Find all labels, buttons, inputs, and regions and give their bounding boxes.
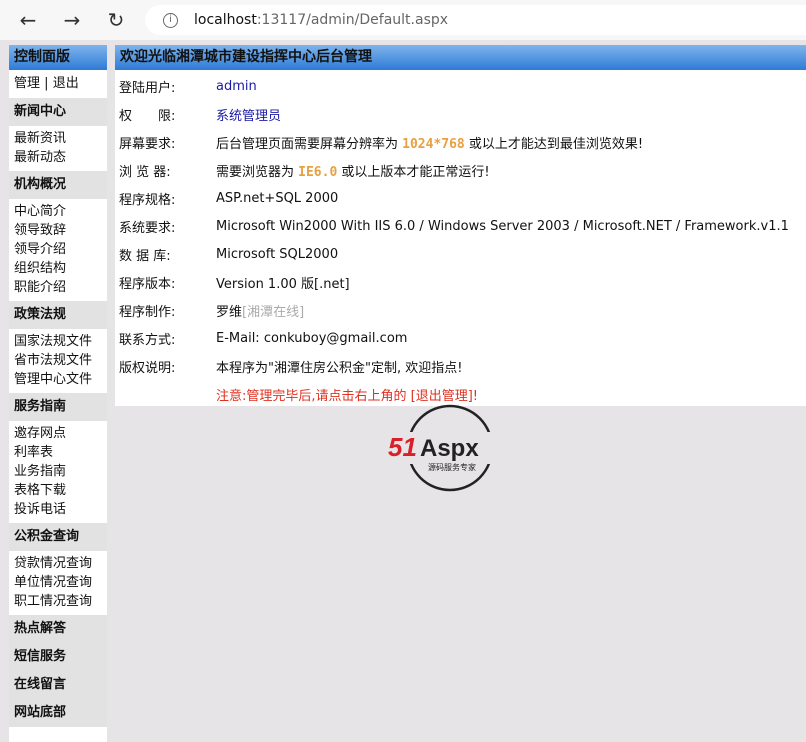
resolution: 1024*768: [402, 136, 465, 152]
sidebar-item[interactable]: 管理中心文件: [9, 370, 107, 389]
sidebar-item[interactable]: 单位情况查询: [9, 573, 107, 592]
manage-links: 管理 | 退出: [9, 70, 107, 98]
info-row-role: 权 限: 系统管理员: [115, 100, 806, 128]
sidebar-section-header[interactable]: 机构概况: [9, 171, 107, 199]
label: 联系方式:: [119, 332, 176, 348]
label: 版权说明:: [119, 360, 176, 376]
manage-link[interactable]: 管理: [14, 76, 40, 91]
info-row-contact: 联系方式: E-Mail: conkuboy@gmail.com: [115, 324, 806, 352]
logo-subtitle: 源码服务专家: [428, 462, 476, 472]
text: 或以上版本才能正常运行!: [337, 164, 490, 180]
info-row-copyright: 版权说明: 本程序为"湘潭住房公积金"定制, 欢迎指点!: [115, 352, 806, 380]
sidebar-item[interactable]: 国家法规文件: [9, 332, 107, 351]
logout-link[interactable]: 退出: [53, 76, 79, 91]
sidebar: 控制面版 管理 | 退出 新闻中心 最新资讯 最新动态 机构概况 中心简介 领导致辞 领导介…: [9, 45, 107, 742]
info-row-db: 数 据 库: Microsoft SQL2000: [115, 240, 806, 268]
sidebar-item[interactable]: 表格下载: [9, 481, 107, 500]
sidebar-item[interactable]: 最新资讯: [9, 129, 107, 148]
back-button[interactable]: ←: [13, 6, 43, 34]
sidebar-item[interactable]: 邀存网点: [9, 424, 107, 443]
sidebar-section-header[interactable]: 政策法规: [9, 301, 107, 329]
sidebar-item[interactable]: 贷款情况查询: [9, 554, 107, 573]
sidebar-title: 控制面版: [9, 45, 107, 70]
sidebar-item[interactable]: 领导致辞: [9, 221, 107, 240]
url-path: :13117/admin/Default.aspx: [256, 12, 449, 28]
sidebar-section-header[interactable]: 在线留言: [9, 671, 107, 699]
sidebar-section-items: 邀存网点 利率表 业务指南 表格下载 投诉电话: [9, 421, 107, 523]
label: 程序制作:: [119, 304, 176, 320]
sidebar-item[interactable]: 最新动态: [9, 148, 107, 167]
sidebar-item[interactable]: 领导介绍: [9, 240, 107, 259]
sidebar-section-items: 贷款情况查询 单位情况查询 职工情况查询: [9, 551, 107, 615]
label: 系统要求:: [119, 220, 176, 236]
label: 程序版本:: [119, 276, 176, 292]
sidebar-item[interactable]: 省市法规文件: [9, 351, 107, 370]
sidebar-section-header[interactable]: 热点解答: [9, 615, 107, 643]
51aspx-logo: 51 Aspx 源码服务专家: [388, 404, 512, 492]
logo-aspx: Aspx: [420, 435, 479, 462]
value: E-Mail: conkuboy@gmail.com: [216, 330, 408, 346]
info-row-version: 程序版本: Version 1.00 版[.net]: [115, 268, 806, 296]
info-icon[interactable]: i: [163, 12, 178, 28]
page-title: 欢迎光临湘潭城市建设指挥中心后台管理: [115, 45, 806, 70]
value: Version 1.00 版[.net]: [216, 276, 350, 292]
text: 需要浏览器为: [216, 164, 299, 180]
sidebar-section-header[interactable]: 新闻中心: [9, 98, 107, 126]
value: ASP.net+SQL 2000: [216, 190, 339, 206]
address-bar[interactable]: i localhost:13117/admin/Default.aspx: [145, 5, 806, 35]
label: 屏幕要求:: [119, 136, 176, 152]
info-row-browser: 浏 览 器: 需要浏览器为 IE6.0 或以上版本才能正常运行!: [115, 156, 806, 184]
text: 或以上才能达到最佳浏览效果!: [464, 136, 644, 152]
browser-version: IE6.0: [298, 164, 338, 180]
info-row-spec: 程序规格: ASP.net+SQL 2000: [115, 184, 806, 212]
sidebar-item[interactable]: 职工情况查询: [9, 592, 107, 611]
sidebar-section-header[interactable]: 公积金查询: [9, 523, 107, 551]
author-site-link[interactable]: [湘潭在线]: [242, 305, 304, 320]
label: 权 限:: [119, 108, 176, 124]
value: Microsoft Win2000 With IIS 6.0 / Windows…: [216, 218, 789, 234]
text: 后台管理页面需要屏幕分辨率为: [216, 136, 403, 152]
sidebar-item[interactable]: 职能介绍: [9, 278, 107, 297]
browser-toolbar: ← → ↻ i localhost:13117/admin/Default.as…: [0, 0, 806, 40]
sidebar-section-header[interactable]: 短信服务: [9, 643, 107, 671]
value: 本程序为"湘潭住房公积金"定制, 欢迎指点!: [216, 360, 463, 376]
sidebar-item[interactable]: 中心简介: [9, 202, 107, 221]
sidebar-section-items: 中心简介 领导致辞 领导介绍 组织结构 职能介绍: [9, 199, 107, 301]
url-host: localhost: [194, 12, 257, 28]
username: admin: [216, 78, 257, 94]
reload-button[interactable]: ↻: [101, 6, 131, 34]
logout-notice: 注意:管理完毕后,请点击右上角的 [退出管理]!: [216, 388, 478, 404]
forward-button[interactable]: →: [57, 6, 87, 34]
label: 登陆用户:: [119, 80, 176, 96]
label: 程序规格:: [119, 192, 176, 208]
sidebar-section-items: 最新资讯 最新动态: [9, 126, 107, 171]
role: 系统管理员: [216, 108, 282, 124]
main-panel: 欢迎光临湘潭城市建设指挥中心后台管理 登陆用户: admin 权 限: 系统管理员 …: [115, 45, 806, 406]
label: 浏 览 器:: [119, 164, 171, 180]
sidebar-item[interactable]: 投诉电话: [9, 500, 107, 519]
info-row-screen: 屏幕要求: 后台管理页面需要屏幕分辨率为 1024*768 或以上才能达到最佳浏览…: [115, 128, 806, 156]
sidebar-section-header[interactable]: 服务指南: [9, 393, 107, 421]
info-row-system: 系统要求: Microsoft Win2000 With IIS 6.0 / Wi…: [115, 212, 806, 240]
sidebar-section-header[interactable]: 网站底部: [9, 699, 107, 727]
sidebar-section-items: 国家法规文件 省市法规文件 管理中心文件: [9, 329, 107, 393]
info-row-user: 登陆用户: admin: [115, 72, 806, 100]
info-row-author: 程序制作: 罗维[湘潭在线]: [115, 296, 806, 324]
author: 罗维: [216, 304, 243, 320]
value: Microsoft SQL2000: [216, 246, 339, 262]
logo-51: 51: [388, 432, 417, 462]
separator: |: [44, 76, 49, 91]
sidebar-item[interactable]: 业务指南: [9, 462, 107, 481]
sidebar-item[interactable]: 利率表: [9, 443, 107, 462]
label: 数 据 库:: [119, 248, 171, 264]
sidebar-item[interactable]: 组织结构: [9, 259, 107, 278]
